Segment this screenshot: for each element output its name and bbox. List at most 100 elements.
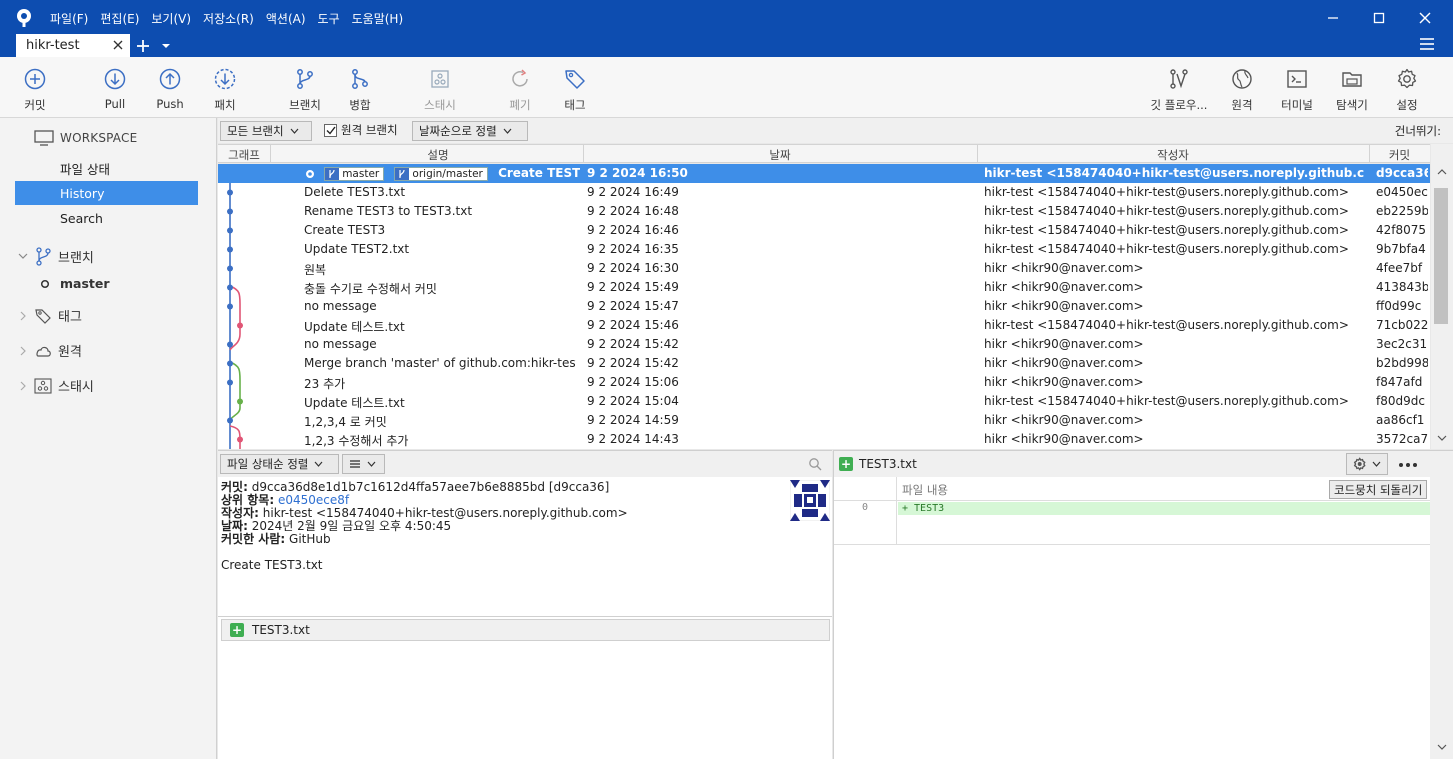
search-icon[interactable] (808, 457, 822, 471)
settings-button[interactable]: 설정 (1377, 67, 1437, 115)
stash-button[interactable]: 스태시 (410, 67, 470, 115)
table-row[interactable]: 충돌 수기로 수정해서 커밋 9 2 2024 15:49 hikr <hikr90… (218, 278, 1430, 297)
menu-file[interactable]: 파일(F) (44, 8, 94, 29)
commit-hash: 413843b (1376, 280, 1428, 294)
table-row[interactable]: Update TEST2.txt 9 2 2024 16:35 hikr-test … (218, 240, 1430, 259)
commit-message: 23 추가 (304, 377, 346, 391)
commit-list-scrollbar[interactable] (1431, 144, 1453, 449)
remotes-label: 원격 (58, 345, 82, 360)
table-row[interactable]: master origin/master Create TEST 9 2 202… (218, 164, 1430, 183)
commit-message: Delete TEST3.txt (304, 185, 406, 199)
view-mode-dropdown[interactable] (342, 454, 385, 474)
commit-date: 9 2 2024 14:59 (587, 413, 679, 427)
diff-scrollbar[interactable] (1430, 477, 1453, 759)
column-commit[interactable]: 커밋 (1369, 147, 1430, 163)
table-row[interactable]: Create TEST3 9 2 2024 16:46 hikr-test <158… (218, 221, 1430, 240)
list-item[interactable]: + TEST3.txt (221, 619, 830, 641)
minimize-button[interactable] (1310, 6, 1356, 30)
remote-button[interactable]: 원격 (1212, 67, 1272, 115)
diff-options-dropdown[interactable] (1346, 453, 1388, 475)
scroll-down-icon[interactable] (1431, 432, 1453, 444)
commit-author: hikr <hikr90@naver.com> (984, 261, 1144, 275)
explorer-button[interactable]: 탐색기 (1322, 67, 1382, 115)
revert-hunk-button[interactable]: 코드뭉치 되돌리기 (1329, 480, 1428, 499)
scroll-down-icon[interactable] (1430, 741, 1453, 753)
sort-dropdown[interactable]: 날짜순으로 정렬 (412, 121, 528, 141)
sidebar-group-remotes[interactable]: 원격 (18, 341, 82, 360)
column-author[interactable]: 작성자 (977, 147, 1369, 163)
jump-to-label[interactable]: 건너뛰기: (1395, 123, 1441, 139)
file-sort-dropdown[interactable]: 파일 상태순 정렬 (220, 454, 339, 474)
fetch-label: 패치 (214, 98, 236, 112)
checkbox-box[interactable] (324, 123, 337, 137)
tag-label: 태그 (564, 98, 586, 112)
table-row[interactable]: no message 9 2 2024 15:47 hikr <hikr90@nav… (218, 297, 1430, 316)
menu-tools[interactable]: 도구 (312, 8, 346, 29)
maximize-button[interactable] (1356, 6, 1402, 30)
terminal-label: 터미널 (1281, 98, 1313, 112)
hamburger-menu-icon[interactable] (1419, 37, 1435, 51)
menu-actions[interactable]: 액션(A) (260, 8, 312, 29)
menu-edit[interactable]: 편집(E) (94, 8, 145, 29)
table-row[interactable]: no message 9 2 2024 15:42 hikr <hikr90@nav… (218, 335, 1430, 354)
tab-repository[interactable]: hikr-test (16, 34, 130, 57)
close-tab-icon[interactable] (110, 37, 126, 53)
discard-button[interactable]: 폐기 (490, 67, 550, 115)
column-graph[interactable]: 그래프 (218, 147, 270, 163)
workspace-header: WORKSPACE (34, 130, 137, 146)
tab-strip: hikr-test (16, 34, 176, 57)
commit-author: hikr-test <158474040+hikr-test@users.nor… (984, 394, 1349, 408)
commit-hash: ff0d99c (1376, 299, 1422, 313)
table-row[interactable]: Update 테스트.txt 9 2 2024 15:46 hikr-test <1… (218, 316, 1430, 335)
scrollbar-thumb[interactable] (1434, 188, 1448, 324)
menu-view[interactable]: 보기(V) (145, 8, 197, 29)
table-row[interactable]: Merge branch 'master' of github.com:hikr… (218, 354, 1430, 373)
table-row[interactable]: 원복 9 2 2024 16:30 hikr <hikr90@naver.com> 4… (218, 259, 1430, 278)
table-row[interactable]: 1,2,3,4 로 커밋 9 2 2024 14:59 hikr <hikr90@n… (218, 411, 1430, 430)
commit-date: 9 2 2024 15:46 (587, 318, 679, 332)
sidebar-group-tags[interactable]: 태그 (18, 306, 82, 325)
new-tab-button[interactable] (130, 34, 156, 57)
column-description[interactable]: 설명 (270, 147, 606, 163)
table-row[interactable]: Rename TEST3 to TEST3.txt 9 2 2024 16:48 h… (218, 202, 1430, 221)
scroll-up-icon[interactable] (1431, 166, 1453, 178)
sidebar-item-file-status[interactable]: 파일 상태 (15, 156, 198, 180)
branch-filter-dropdown[interactable]: 모든 브랜치 (220, 121, 312, 141)
close-window-button[interactable] (1402, 6, 1448, 30)
commit-author: hikr <hikr90@naver.com> (984, 432, 1144, 446)
terminal-button[interactable]: 터미널 (1267, 67, 1327, 115)
file-added-icon: + (839, 457, 853, 471)
gitflow-button[interactable]: 깃 플로우... (1149, 67, 1209, 115)
parent-commit-link[interactable]: e0450ece8f (278, 493, 349, 507)
branch-tag-master[interactable]: master (324, 166, 385, 181)
commit-button[interactable]: 커밋 (5, 67, 65, 115)
sidebar-item-search[interactable]: Search (15, 206, 198, 230)
more-options-icon[interactable] (1398, 462, 1418, 468)
table-row[interactable]: Delete TEST3.txt 9 2 2024 16:49 hikr-test … (218, 183, 1430, 202)
discard-refresh-icon (512, 69, 528, 87)
table-row[interactable]: 23 추가 9 2 2024 15:06 hikr <hikr90@naver.co… (218, 373, 1430, 392)
sidebar-group-branches[interactable]: 브랜치 (18, 246, 94, 266)
tag-button[interactable]: 태그 (545, 67, 605, 115)
branch-button[interactable]: 브랜치 (275, 67, 335, 115)
tab-list-button[interactable] (156, 34, 176, 57)
commit-author: hikr-test <158474040+hikr-test@users.nor… (984, 204, 1349, 218)
gear-icon (1353, 457, 1366, 471)
branch-tag-origin-master[interactable]: origin/master (394, 166, 488, 181)
menu-help[interactable]: 도움말(H) (346, 8, 410, 29)
menu-repository[interactable]: 저장소(R) (197, 8, 260, 29)
table-row[interactable]: Update 테스트.txt 9 2 2024 15:04 hikr-test <1… (218, 392, 1430, 411)
merge-button[interactable]: 병합 (330, 67, 390, 115)
sidebar-item-history[interactable]: History (15, 181, 198, 205)
commit-full-message: Create TEST3.txt (221, 558, 323, 572)
fetch-button[interactable]: 패치 (195, 67, 255, 115)
column-date[interactable]: 날짜 (583, 147, 977, 163)
pull-button[interactable]: Pull (85, 67, 145, 115)
push-button[interactable]: Push (140, 67, 200, 115)
remote-branches-checkbox[interactable]: 원격 브랜치 (324, 122, 398, 138)
sidebar-group-stashes[interactable]: 스태시 (18, 376, 94, 395)
discard-label: 폐기 (509, 98, 531, 112)
diff-viewer: 파일 내용 코드뭉치 되돌리기 0 + TEST3 (833, 477, 1453, 759)
table-row[interactable]: 1,2,3 수정해서 추가 9 2 2024 14:43 hikr <hikr90@… (218, 430, 1430, 449)
sidebar-branch-master[interactable]: master (40, 276, 110, 291)
